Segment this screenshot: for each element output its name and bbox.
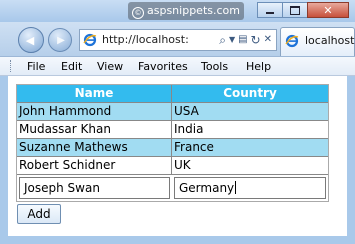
cell-country: France (174, 140, 214, 154)
forward-arrow-icon: ▶ (57, 34, 65, 46)
cell-country: UK (174, 158, 191, 172)
table-row: Suzanne Mathews France (17, 139, 328, 157)
stop-icon[interactable]: ✕ (264, 32, 272, 48)
tab-label: localhost (305, 34, 355, 47)
menu-view[interactable]: View (97, 60, 123, 73)
name-input[interactable]: Joseph Swan (19, 177, 170, 199)
maximize-icon (290, 5, 300, 15)
page-content: Name Country John Hammond USA Mudassar K… (8, 76, 347, 236)
country-input[interactable]: Germany (174, 177, 326, 199)
customers-table: Name Country John Hammond USA Mudassar K… (16, 84, 329, 202)
address-bar[interactable]: http://localhost: ⌕ ▼ ▤ ↻ ✕ (79, 29, 277, 51)
header-country: Country (223, 86, 277, 100)
text-caret (235, 181, 237, 194)
tab-localhost[interactable]: localhost (280, 27, 355, 56)
name-input-value: Joseph Swan (24, 181, 100, 195)
menu-favorites[interactable]: Favorites (138, 60, 188, 73)
copyright-icon: © (132, 7, 144, 19)
header-name: Name (17, 85, 172, 102)
table-row: John Hammond USA (17, 103, 328, 121)
table-row: Robert Schidner UK (17, 157, 328, 175)
close-icon: ✕ (323, 3, 333, 17)
compatibility-icon[interactable]: ▤ (238, 32, 247, 48)
search-icon[interactable]: ⌕ (219, 32, 226, 48)
menu-help[interactable]: Help (246, 60, 271, 73)
navigation-bar: ◀ ▶ http://localhost: ⌕ ▼ ▤ ↻ ✕ localhos… (0, 22, 355, 56)
address-url: http://localhost: (102, 33, 189, 46)
address-actions: ⌕ ▼ ▤ ↻ ✕ (216, 32, 272, 48)
menu-tools[interactable]: Tools (201, 60, 228, 73)
minimize-icon (266, 12, 274, 14)
ie-logo-icon (285, 34, 299, 48)
watermark: © aspsnippets.com (128, 2, 244, 20)
input-row: Joseph Swan Germany (17, 175, 328, 201)
cell-name: Mudassar Khan (17, 121, 172, 138)
window-controls: ✕ (257, 2, 349, 18)
back-arrow-icon: ◀ (25, 33, 35, 47)
cell-name: Suzanne Mathews (17, 139, 172, 156)
refresh-icon[interactable]: ↻ (251, 32, 261, 48)
table-header-row: Name Country (17, 85, 328, 103)
name-input-cell: Joseph Swan (17, 175, 172, 201)
country-input-value: Germany (179, 181, 235, 195)
back-button[interactable]: ◀ (18, 27, 44, 53)
menu-edit[interactable]: Edit (61, 60, 82, 73)
watermark-text: aspsnippets.com (147, 4, 240, 17)
title-bar: © aspsnippets.com ✕ (0, 0, 355, 22)
close-button[interactable]: ✕ (307, 2, 349, 18)
menu-grip-icon (10, 60, 14, 72)
cell-name: Robert Schidner (17, 157, 172, 174)
ie-logo-icon (83, 33, 97, 47)
cell-country: USA (174, 104, 199, 118)
menu-bar: File Edit View Favorites Tools Help (0, 56, 355, 76)
menu-file[interactable]: File (27, 60, 45, 73)
add-button[interactable]: Add (17, 204, 61, 224)
dropdown-icon[interactable]: ▼ (229, 32, 235, 48)
maximize-button[interactable] (282, 2, 308, 18)
cell-name: John Hammond (17, 103, 172, 120)
country-input-cell: Germany (172, 175, 328, 201)
minimize-button[interactable] (257, 2, 283, 18)
forward-button[interactable]: ▶ (48, 28, 72, 52)
table-row: Mudassar Khan India (17, 121, 328, 139)
cell-country: India (174, 122, 204, 136)
browser-window: © aspsnippets.com ✕ ◀ ▶ http://localhost:… (0, 0, 355, 244)
